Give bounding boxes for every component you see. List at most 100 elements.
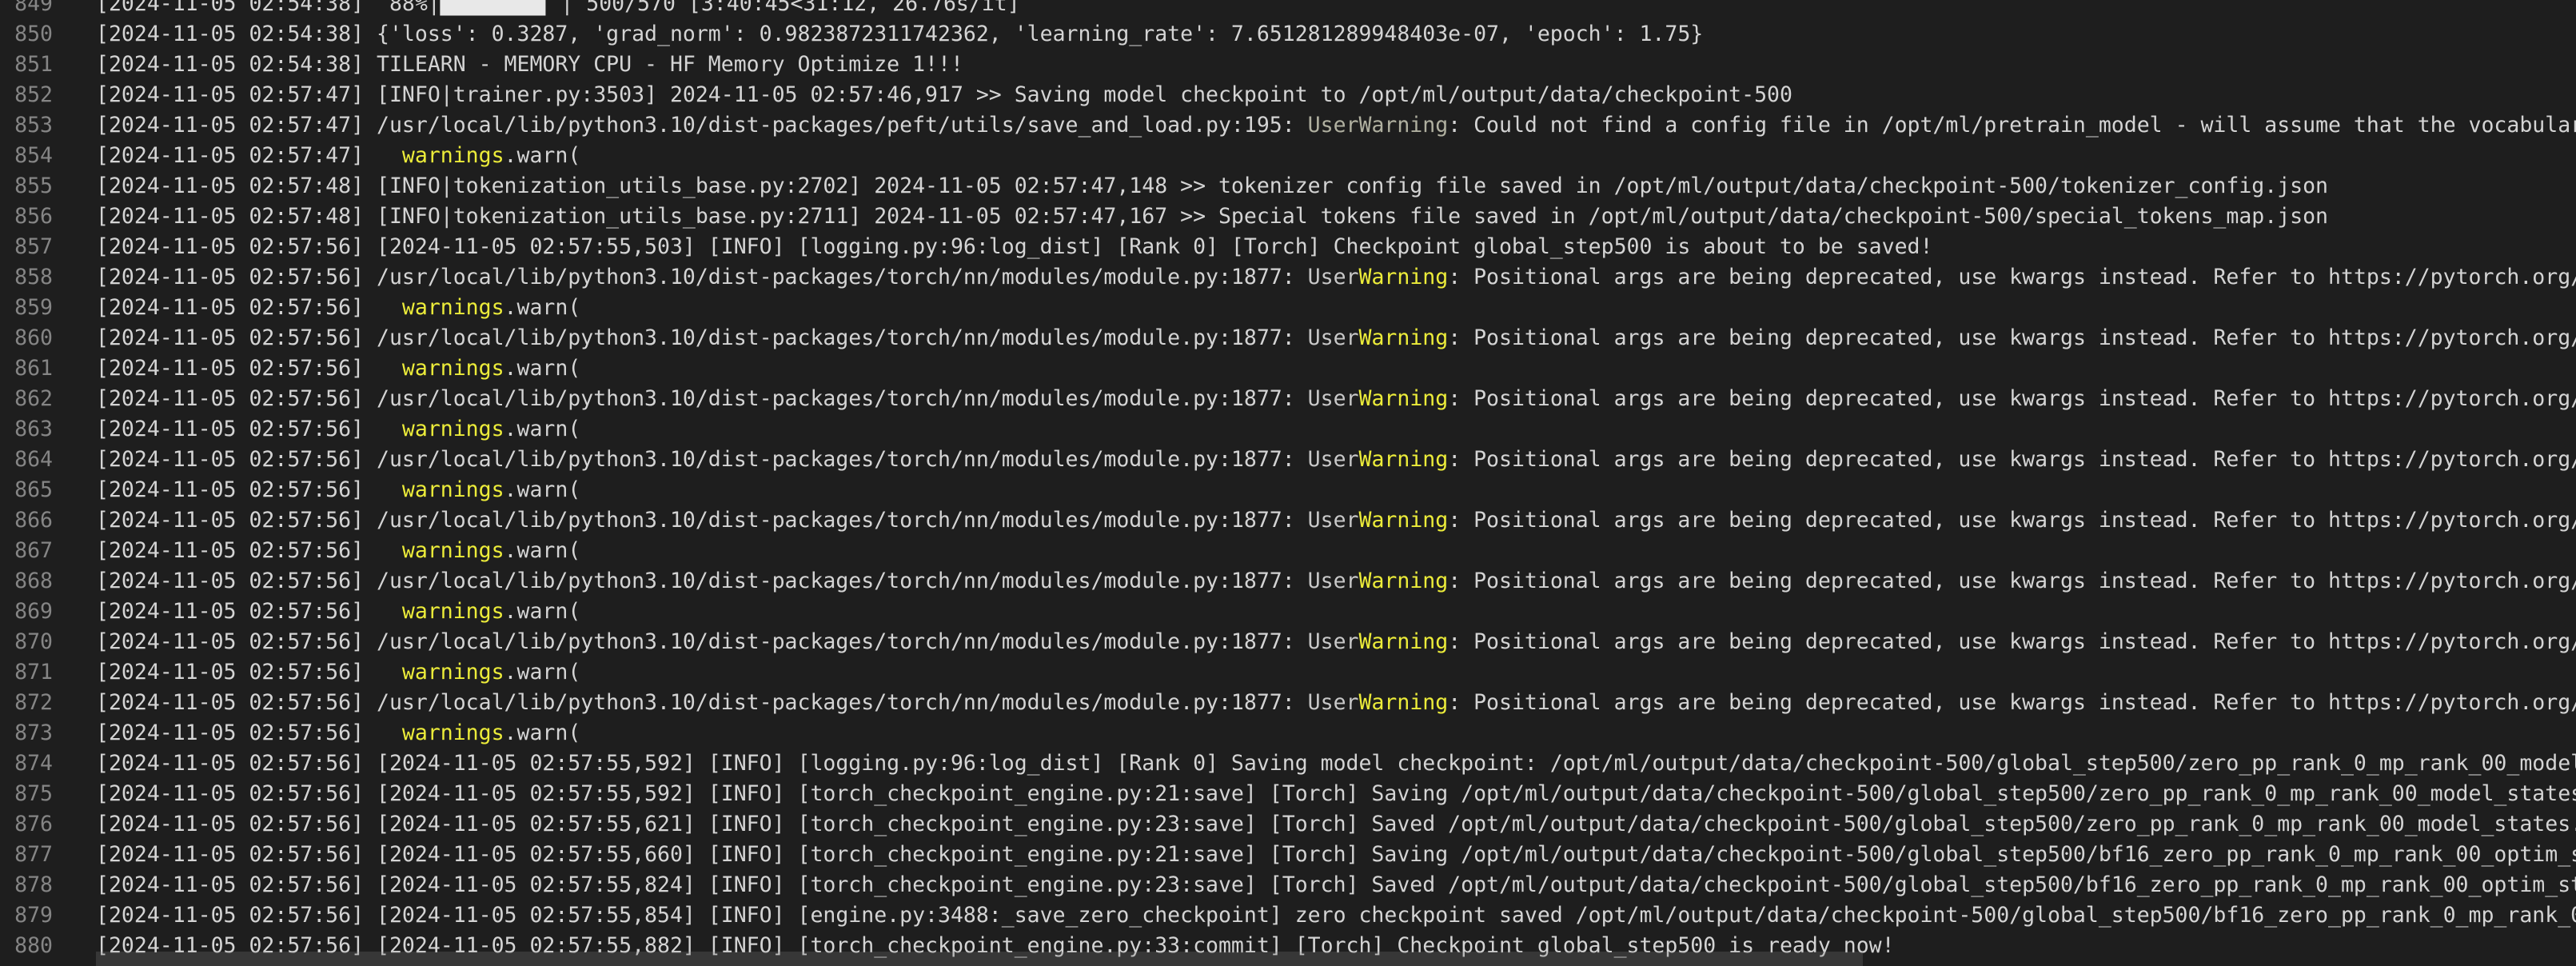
line-number: 855 [14,174,53,198]
line-number: 866 [14,508,53,533]
text-segment: [2024-11-05 02:57:56] [96,356,402,381]
line-text: [2024-11-05 02:57:56] /usr/local/lib/pyt… [53,688,2576,718]
progress-bar-glyphs: ████████▊ [440,0,549,16]
text-segment: [2024-11-05 02:54:38] TILEARN - MEMORY C… [96,52,963,77]
line-number: 858 [14,265,53,289]
text-segment: [2024-11-05 02:57:56] [2024-11-05 02:57:… [96,234,1933,259]
log-line: 856 [2024-11-05 02:57:48] [INFO|tokenizat… [0,202,2576,232]
text-segment: : Positional args are being deprecated, … [1448,386,2576,411]
log-editor[interactable]: 849 [2024-11-05 02:54:38] 88%|████████▊ |… [0,0,2576,966]
text-segment: .warn( [504,143,581,168]
line-number: 862 [14,386,53,411]
log-line: 876 [2024-11-05 02:57:56] [2024-11-05 02:… [0,809,2576,840]
line-number: 868 [14,569,53,593]
text-segment: [2024-11-05 02:57:56] [2024-11-05 02:57:… [96,812,2576,836]
text-segment: [2024-11-05 02:57:56] /usr/local/lib/pyt… [96,325,1308,350]
text-segment: [2024-11-05 02:54:38] {'loss': 0.3287, '… [96,22,1704,46]
line-text: [2024-11-05 02:57:56] [2024-11-05 02:57:… [53,748,2576,779]
log-line: 852 [2024-11-05 02:57:47] [INFO|trainer.p… [0,80,2576,110]
warning-token: Warning [1358,569,1449,593]
log-line: 851 [2024-11-05 02:54:38] TILEARN - MEMOR… [0,50,2576,80]
warning-token: warnings [401,356,504,381]
line-number: 874 [14,751,53,776]
line-text: [2024-11-05 02:57:56] [2024-11-05 02:57:… [53,840,2576,870]
line-text: [2024-11-05 02:57:56] /usr/local/lib/pyt… [53,627,2576,657]
line-text: [2024-11-05 02:57:48] [INFO|tokenization… [53,202,2328,232]
text-segment: [2024-11-05 02:57:47] [INFO|trainer.py:3… [96,82,1792,107]
log-line: 854 [2024-11-05 02:57:47] warnings.warn( [0,141,2576,171]
line-number: 850 [14,22,53,46]
log-line: 861 [2024-11-05 02:57:56] warnings.warn( [0,353,2576,384]
line-number: 871 [14,660,53,685]
line-text: [2024-11-05 02:57:56] /usr/local/lib/pyt… [53,445,2576,475]
text-segment: [2024-11-05 02:57:56] [2024-11-05 02:57:… [96,751,2576,776]
line-text: [2024-11-05 02:57:56] warnings.warn( [53,293,580,323]
line-number: 849 [14,0,53,16]
line-text: [2024-11-05 02:57:56] /usr/local/lib/pyt… [53,505,2576,536]
text-segment: [2024-11-05 02:57:56] [2024-11-05 02:57:… [96,903,2576,928]
line-number: 870 [14,629,53,654]
line-text: [2024-11-05 02:54:38] 88%|████████▊ | 50… [53,0,1020,19]
text-segment: [2024-11-05 02:57:56] /usr/local/lib/pyt… [96,690,1308,715]
text-segment: : Positional args are being deprecated, … [1448,265,2576,289]
log-line: 864 [2024-11-05 02:57:56] /usr/local/lib/… [0,445,2576,475]
warning-token: Warning [1358,325,1449,350]
horizontal-scrollbar[interactable] [96,952,1863,966]
log-line: 874 [2024-11-05 02:57:56] [2024-11-05 02:… [0,748,2576,779]
warning-token: warnings [401,295,504,320]
line-text: [2024-11-05 02:57:56] warnings.warn( [53,475,580,505]
line-number: 853 [14,113,53,138]
line-text: [2024-11-05 02:57:56] warnings.warn( [53,536,580,566]
line-number: 861 [14,356,53,381]
line-text: [2024-11-05 02:57:48] [INFO|tokenization… [53,171,2328,202]
text-segment: [2024-11-05 02:57:56] [96,538,402,563]
text-segment: [2024-11-05 02:57:48] [INFO|tokenization… [96,204,2329,229]
line-text: [2024-11-05 02:54:38] {'loss': 0.3287, '… [53,19,1703,50]
text-segment: : Positional args are being deprecated, … [1448,325,2576,350]
log-line: 858 [2024-11-05 02:57:56] /usr/local/lib/… [0,262,2576,293]
line-text: [2024-11-05 02:57:47] warnings.warn( [53,141,580,171]
text-segment: .warn( [504,599,581,624]
text-segment: User [1307,629,1359,654]
line-number: 878 [14,872,53,897]
log-line: 879 [2024-11-05 02:57:56] [2024-11-05 02:… [0,900,2576,931]
line-text: [2024-11-05 02:57:56] [2024-11-05 02:57:… [53,809,2576,840]
text-segment: .warn( [504,356,581,381]
text-segment: [2024-11-05 02:57:56] [2024-11-05 02:57:… [96,781,2576,806]
log-line: 877 [2024-11-05 02:57:56] [2024-11-05 02:… [0,840,2576,870]
text-segment: User [1307,265,1359,289]
line-number: 854 [14,143,53,168]
line-number: 863 [14,417,53,441]
warning-token: Warning [1358,265,1449,289]
text-segment: : Positional args are being deprecated, … [1448,508,2576,533]
line-number: 875 [14,781,53,806]
line-text: [2024-11-05 02:57:56] [2024-11-05 02:57:… [53,900,2576,931]
line-number: 880 [14,933,53,958]
line-number: 864 [14,447,53,472]
text-segment: [2024-11-05 02:57:56] [2024-11-05 02:57:… [96,872,2576,897]
text-segment: [2024-11-05 02:57:56] [96,721,402,745]
warning-token: Warning [1358,447,1449,472]
text-segment: [2024-11-05 02:57:56] /usr/local/lib/pyt… [96,569,1308,593]
line-number: 856 [14,204,53,229]
line-text: [2024-11-05 02:57:56] /usr/local/lib/pyt… [53,566,2576,597]
text-segment: [2024-11-05 02:57:56] [96,660,402,685]
log-line: 866 [2024-11-05 02:57:56] /usr/local/lib/… [0,505,2576,536]
text-segment: .warn( [504,477,581,502]
log-line: 872 [2024-11-05 02:57:56] /usr/local/lib/… [0,688,2576,718]
line-number: 872 [14,690,53,715]
log-line: 857 [2024-11-05 02:57:56] [2024-11-05 02:… [0,232,2576,262]
line-number: 876 [14,812,53,836]
text-segment: [2024-11-05 02:57:56] /usr/local/lib/pyt… [96,447,1308,472]
log-line: 867 [2024-11-05 02:57:56] warnings.warn( [0,536,2576,566]
log-line: 860 [2024-11-05 02:57:56] /usr/local/lib/… [0,323,2576,353]
line-number: 869 [14,599,53,624]
text-segment: : Positional args are being deprecated, … [1448,690,2576,715]
text-segment: UserWarning [1307,113,1449,138]
text-segment: User [1307,447,1359,472]
line-text: [2024-11-05 02:57:56] [2024-11-05 02:57:… [53,779,2576,809]
text-segment: .warn( [504,417,581,441]
line-number: 852 [14,82,53,107]
log-line: 875 [2024-11-05 02:57:56] [2024-11-05 02:… [0,779,2576,809]
text-segment: .warn( [504,721,581,745]
